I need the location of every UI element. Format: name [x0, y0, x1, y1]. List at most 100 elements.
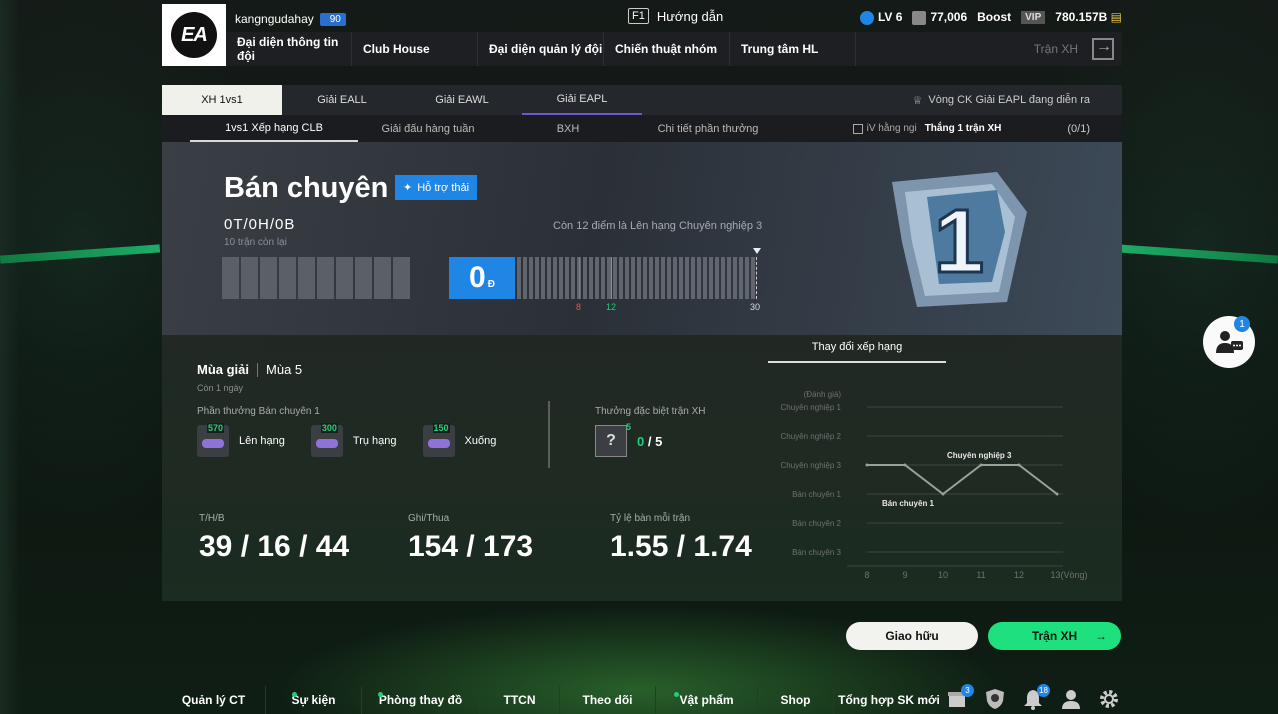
nav-team-tactics[interactable]: Chiến thuật nhóm: [604, 32, 730, 66]
tab-eawl[interactable]: Giải EAWL: [402, 85, 522, 115]
club-shield-icon[interactable]: [984, 688, 1006, 710]
chart-x-tick-label: 12: [1014, 570, 1024, 580]
stat-ratio-label: Tỷ lệ bàn mỗi trận: [610, 513, 691, 524]
bottom-nav-new-events[interactable]: Tổng hợp SK mới: [834, 686, 944, 714]
special-progress-count: 0: [637, 433, 645, 449]
season-panel: Mùa giải Mùa 5 Còn 1 ngày Phần thưởng Bá…: [162, 335, 1122, 601]
reward-promotion[interactable]: 570 Lên hạng: [197, 423, 285, 457]
checkbox-icon: [852, 123, 863, 134]
chart-title[interactable]: Thay đổi xếp hạng: [768, 341, 946, 363]
f1-key-icon: F1: [628, 8, 649, 24]
tab-eapl[interactable]: Giải EAPL: [522, 85, 642, 115]
boost-label: Boost: [977, 10, 1012, 25]
nav-ranked-exit[interactable]: Trận XH: [1034, 38, 1122, 60]
ranked-match-button[interactable]: Trận XH →: [988, 622, 1121, 650]
bottom-nav-team-mgmt[interactable]: Quản lý CT: [162, 686, 266, 714]
reward-relegation[interactable]: 150 Xuống: [422, 423, 497, 457]
arrow-right-icon: →: [1095, 629, 1107, 643]
profile-icon[interactable]: [1060, 688, 1082, 710]
eapl-notice[interactable]: ♕ Vòng CK Giải EAPL đang diễn ra: [912, 85, 1122, 115]
reward-label: Lên hạng: [239, 435, 285, 447]
bottom-nav-follow[interactable]: Theo dõi: [560, 686, 656, 714]
tab-reward-details[interactable]: Chi tiết phần thưởng: [638, 115, 778, 142]
top-header: kangngudahay 90 F1 Hướng dẫn LV 6 77,006…: [226, 4, 1122, 66]
chart-y-tick-label: Bán chuyên 2: [792, 519, 841, 528]
nav-training-center[interactable]: Trung tâm HL: [730, 32, 856, 66]
new-dot: [378, 692, 383, 697]
reward-label: Xuống: [464, 435, 497, 447]
match-slot: [222, 257, 239, 299]
chat-badge: 1: [1234, 316, 1250, 332]
match-slot: [374, 257, 391, 299]
exit-icon[interactable]: [1092, 38, 1114, 60]
new-dot: [292, 692, 297, 697]
support-badge[interactable]: ✦ Hỗ trợ thải: [395, 175, 478, 200]
relegation-tick-label: 8: [576, 302, 582, 312]
daily-mission[interactable]: iV hằng ngi Thắng 1 trận XH (0/1): [852, 115, 1122, 142]
eapl-notice-text: Vòng CK Giải EAPL đang diễn ra: [928, 94, 1090, 106]
bottom-nav-items[interactable]: Vật phẩm: [656, 686, 758, 714]
tab-club-ranking[interactable]: 1vs1 Xếp hạng CLB: [190, 115, 358, 142]
chart-annotation-low: Bán chuyên 1: [882, 499, 935, 508]
stat-whl-value: 39 / 16 / 44: [199, 530, 350, 563]
events-box-icon[interactable]: 3: [946, 684, 974, 710]
trophy-icon: ♕: [912, 94, 923, 107]
end-line: [756, 257, 757, 299]
bp-coin-icon: ▤: [1110, 10, 1122, 25]
chart-point: [979, 463, 983, 467]
chart-x-tick-label: 10: [938, 570, 948, 580]
chart-y-tick-label: Bán chuyên 3: [792, 548, 841, 557]
nav-ranked-label: Trận XH: [1033, 42, 1078, 56]
bottom-nav-events[interactable]: Sự kiện: [266, 686, 362, 714]
shield-coin-icon: [912, 10, 927, 25]
promotion-tick-label: 12: [606, 302, 617, 312]
stat-goals: Ghi/Thua 154 / 173: [408, 513, 533, 564]
tab-1vs1[interactable]: XH 1vs1: [162, 85, 282, 115]
reward-stay[interactable]: 300 Trụ hạng: [310, 423, 397, 457]
ranked-match-label: Trận XH: [1031, 629, 1078, 643]
bottom-nav-locker-room[interactable]: Phòng thay đồ: [362, 686, 480, 714]
points-box: 0Đ: [449, 257, 515, 299]
chart-point: [903, 463, 907, 467]
mission-progress: (0/1): [1067, 122, 1090, 135]
chart-x-tick-label: 9: [902, 570, 907, 580]
promotion-text: Còn 12 điểm là Lên hạng Chuyên nghiệp 3: [553, 220, 763, 232]
bottom-nav-shop[interactable]: Shop: [758, 686, 834, 714]
special-reward[interactable]: ? 5 0 / 5: [595, 422, 663, 457]
settings-gear-icon[interactable]: [1098, 688, 1120, 710]
chart-ylabel: (Đánh giá): [804, 390, 842, 399]
relegation-tick: [579, 257, 580, 299]
match-slot: [279, 257, 296, 299]
mystery-card-count: 5: [625, 422, 631, 432]
ticket-icon: 150: [422, 423, 455, 457]
chart-x-tick-label: 11: [976, 570, 985, 580]
chart-series-line: [867, 464, 1058, 496]
tab-weekly[interactable]: Giải đấu hàng tuần: [358, 115, 498, 142]
chart-x-tick-label: 13(Vòng): [1050, 570, 1087, 580]
nav-club-house[interactable]: Club House: [352, 32, 478, 66]
nav-team-info[interactable]: Đại diện thông tin đội: [226, 32, 352, 66]
special-progress-total: / 5: [647, 433, 663, 449]
sub-tabs: 1vs1 Xếp hạng CLB Giải đấu hàng tuần BXH…: [162, 115, 1122, 142]
guide-button[interactable]: F1 Hướng dẫn: [628, 8, 723, 24]
chart-point: [941, 492, 945, 496]
chart-point: [1055, 492, 1059, 496]
chat-user-icon: [1216, 331, 1243, 353]
chart-y-tick-label: Chuyên nghiệp 3: [781, 461, 842, 470]
nav-team-manager[interactable]: Đại diện quản lý đội: [478, 32, 604, 66]
match-slot: [298, 257, 315, 299]
bottom-nav-ttcn[interactable]: TTCN: [480, 686, 560, 714]
chart-annotation-high: Chuyên nghiệp 3: [947, 451, 1012, 460]
user-level-badge: 90: [319, 12, 346, 26]
friendly-button[interactable]: Giao hữu: [846, 622, 978, 650]
tab-eall[interactable]: Giải EALL: [282, 85, 402, 115]
notification-bell-icon[interactable]: 18: [1022, 684, 1050, 710]
vip-badge: VIP: [1021, 10, 1046, 24]
tab-leaderboard[interactable]: BXH: [498, 115, 638, 142]
bottom-icons: 3 18: [946, 684, 1120, 710]
chart-y-tick-label: Chuyên nghiệp 2: [781, 432, 842, 441]
stat-whl: T/H/B 39 / 16 / 44: [199, 513, 349, 564]
wings-icon: ✦: [403, 182, 413, 194]
stat-ratio-value: 1.55 / 1.74: [610, 530, 752, 563]
user-info[interactable]: kangngudahay 90: [235, 12, 346, 26]
